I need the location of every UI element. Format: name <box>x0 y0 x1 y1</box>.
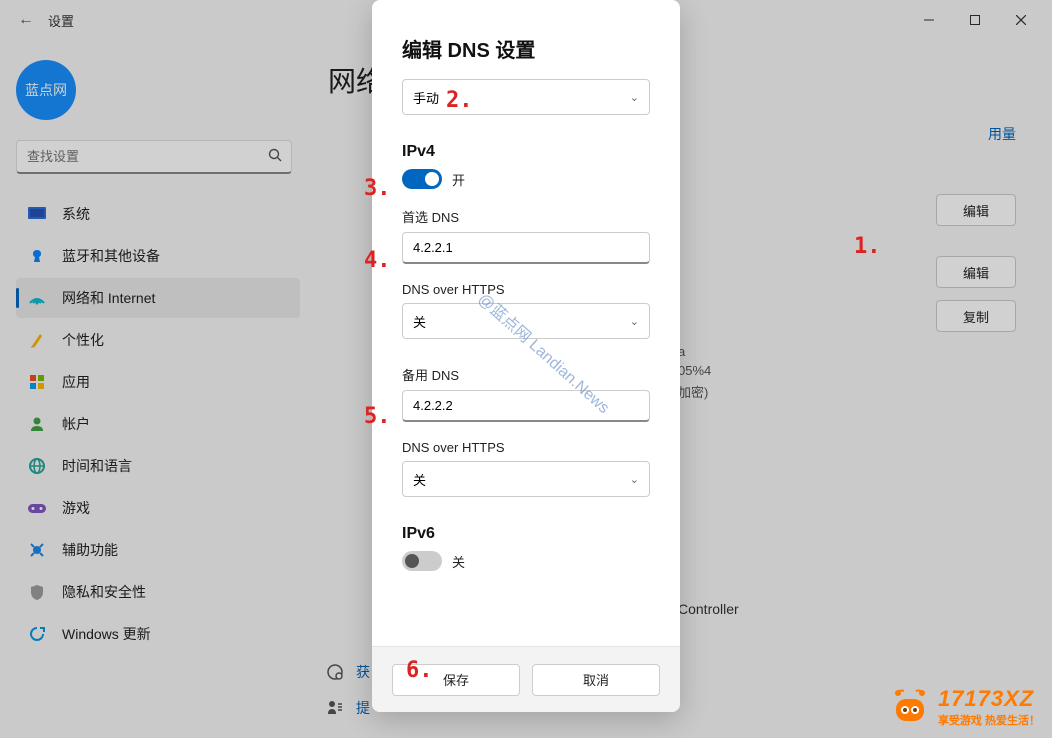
ipv6-toggle[interactable] <box>402 551 442 571</box>
chevron-down-icon: ⌄ <box>630 315 639 328</box>
doh2-label: DNS over HTTPS <box>402 440 650 455</box>
alt-dns-label: 备用 DNS <box>402 365 650 384</box>
doh1-select[interactable]: 关 ⌄ <box>402 303 650 339</box>
chevron-down-icon: ⌄ <box>630 91 639 104</box>
cancel-button[interactable]: 取消 <box>532 664 660 696</box>
dns-mode-value: 手动 <box>413 88 439 107</box>
ipv6-heading: IPv6 <box>402 525 650 543</box>
primary-dns-label: 首选 DNS <box>402 207 650 226</box>
chevron-down-icon: ⌄ <box>630 473 639 486</box>
primary-dns-input[interactable] <box>402 232 650 264</box>
robot-icon <box>890 687 930 727</box>
save-button[interactable]: 保存 <box>392 664 520 696</box>
brand-logo: 17173XZ 享受游戏 热爱生活！ <box>890 686 1040 728</box>
ipv4-heading: IPv4 <box>402 143 650 161</box>
dns-dialog: 编辑 DNS 设置 手动 ⌄ IPv4 开 首选 DNS DNS over HT… <box>372 0 680 712</box>
dns-mode-select[interactable]: 手动 ⌄ <box>402 79 650 115</box>
doh2-select[interactable]: 关 ⌄ <box>402 461 650 497</box>
dialog-title: 编辑 DNS 设置 <box>402 34 650 63</box>
ipv4-toggle[interactable] <box>402 169 442 189</box>
alt-dns-input[interactable] <box>402 390 650 422</box>
ipv4-toggle-label: 开 <box>452 170 465 189</box>
doh1-label: DNS over HTTPS <box>402 282 650 297</box>
brand-tagline: 享受游戏 热爱生活！ <box>938 712 1040 728</box>
ipv6-toggle-label: 关 <box>452 552 465 571</box>
brand-name: 17173XZ <box>938 686 1040 712</box>
